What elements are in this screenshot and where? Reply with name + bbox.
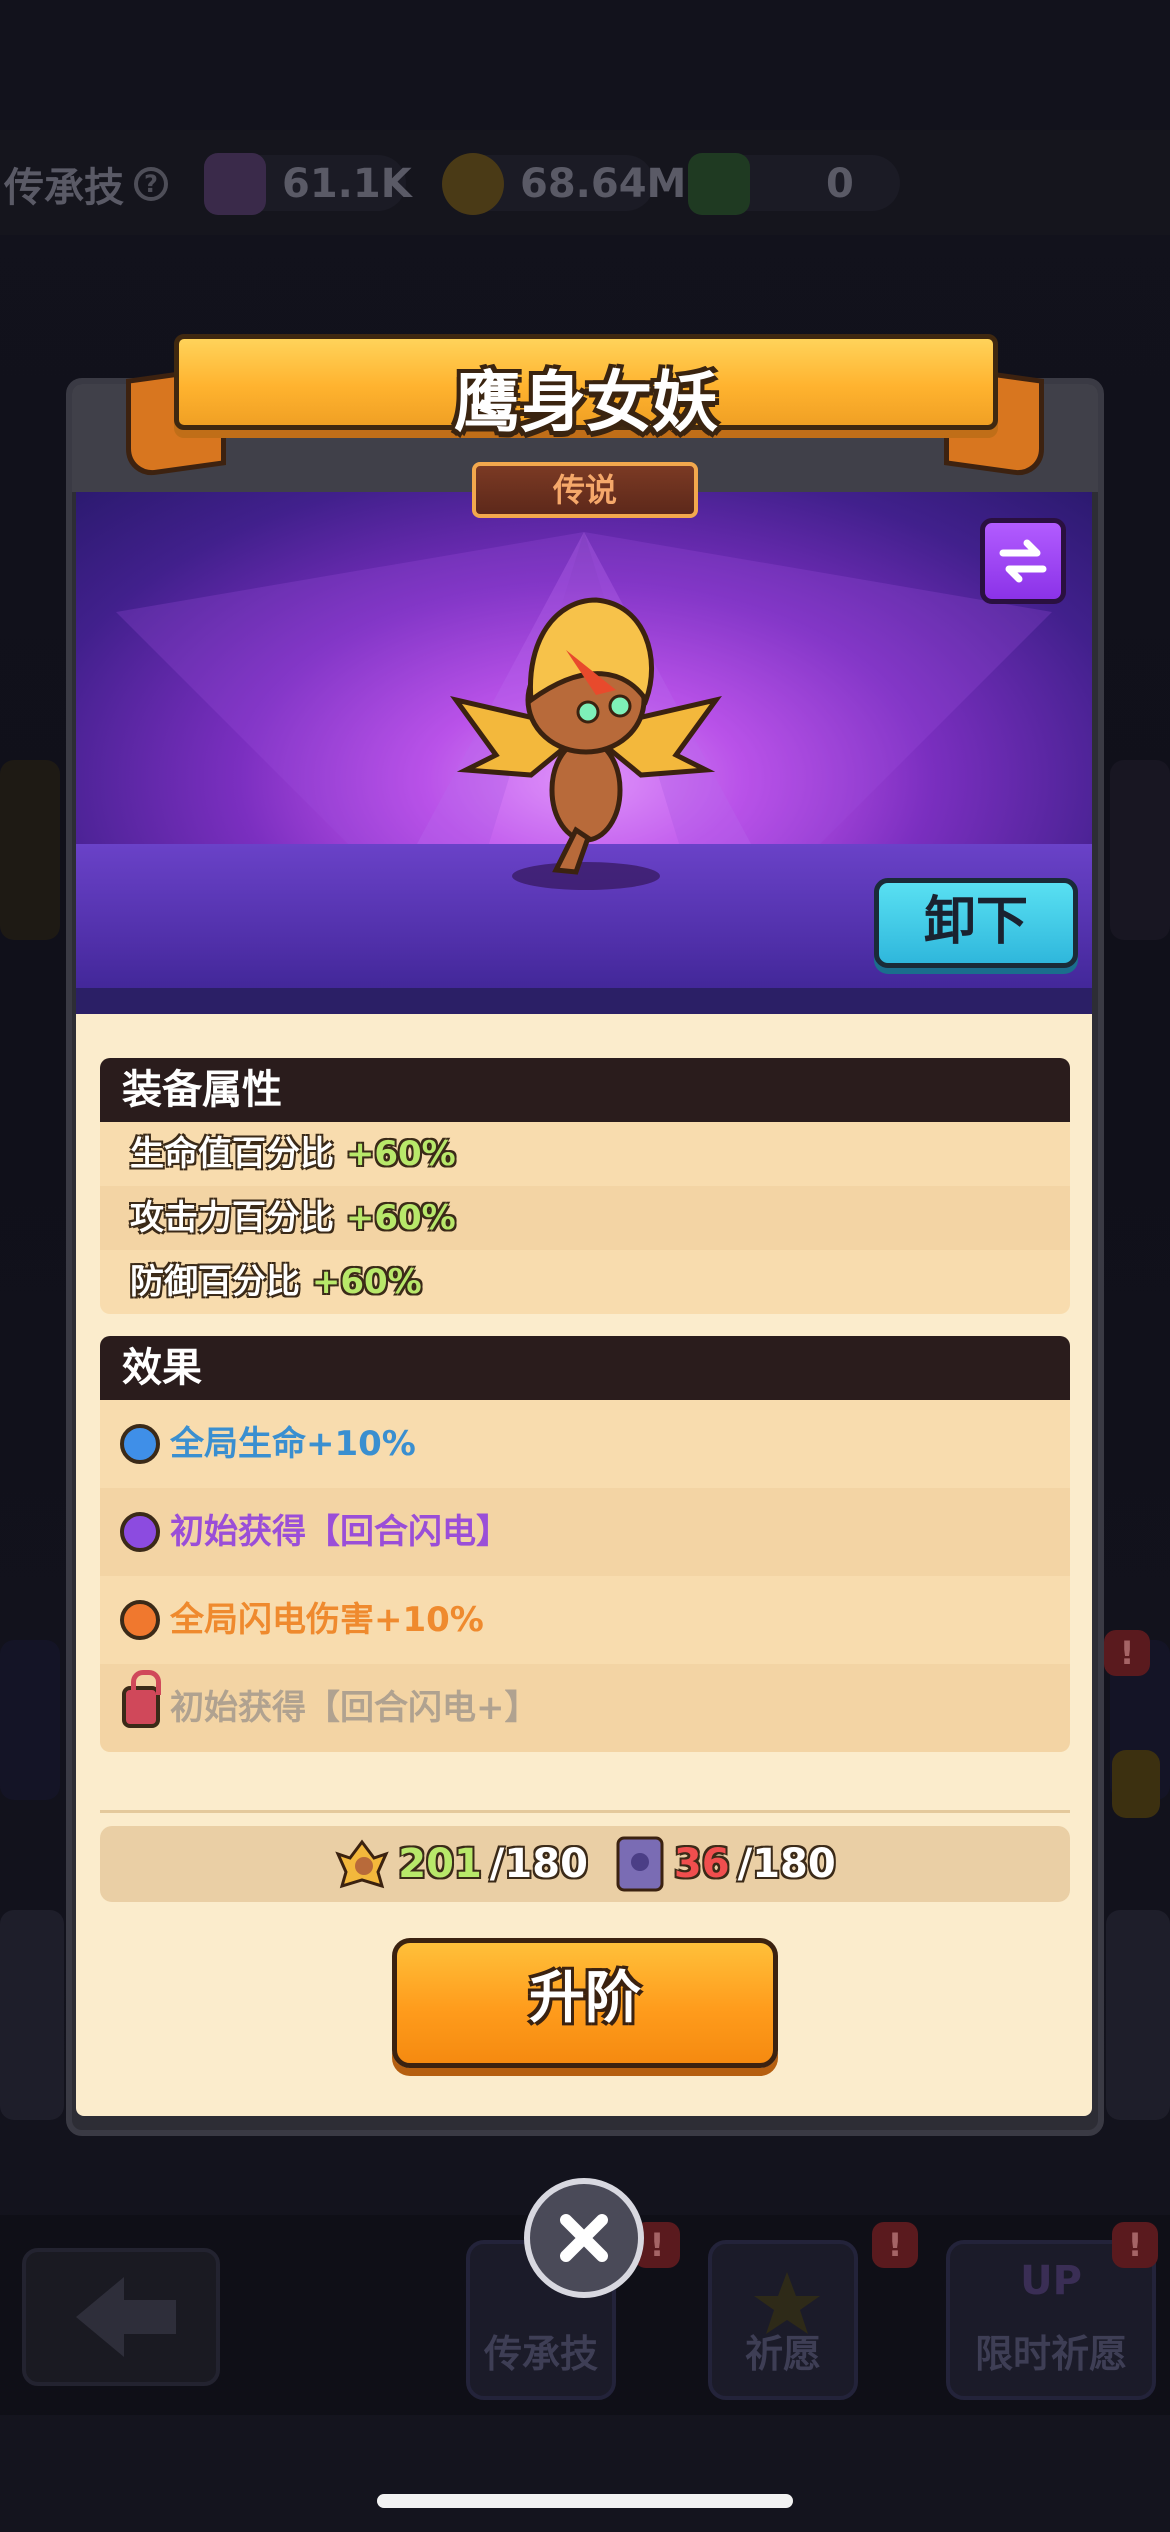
attribute-label: 防御百分比 [130, 1262, 300, 1302]
skill-label: 传承技 [4, 165, 124, 211]
skill-title: 传承技 ? [4, 148, 168, 220]
dialog-title: 鹰身女妖 [454, 364, 718, 441]
book-have: 36 [673, 1841, 730, 1887]
attribute-value: +60% [311, 1262, 422, 1302]
close-icon [560, 2214, 608, 2262]
upgrade-button[interactable]: 升阶 [392, 1938, 778, 2068]
screen: 传承技 ? 61.1K 68.64M 0 ! 传承技 ! 祈愿 ! UP 限时祈… [0, 0, 1170, 2532]
gem-value: 61.1K [282, 161, 412, 207]
gold-counter[interactable]: 68.64M [442, 148, 686, 220]
title-ribbon: 鹰身女妖 [174, 334, 998, 441]
shard-value: 0 [826, 161, 854, 207]
book-cost: 36/180 [614, 1834, 836, 1894]
nav-limited-wish-label: 限时祈愿 [974, 2332, 1127, 2376]
blue-orb-icon [120, 1424, 160, 1464]
hero-shard-icon [335, 1839, 390, 1889]
swap-button[interactable] [980, 518, 1066, 604]
attribute-row: 防御百分比 +60% [100, 1250, 1070, 1314]
bg-right-hero [1106, 1910, 1170, 2120]
back-button[interactable] [22, 2248, 220, 2386]
bg-right-tag [1112, 1750, 1160, 1818]
effect-text: 全局生命+10% [170, 1424, 416, 1464]
gold-value: 68.64M [520, 161, 687, 207]
orange-orb-icon [120, 1600, 160, 1640]
stage-edge [76, 988, 1092, 1014]
effect-text: 初始获得【回合闪电+】 [170, 1688, 539, 1728]
purple-orb-icon [120, 1512, 160, 1552]
nav-wish-button[interactable]: 祈愿 [708, 2240, 858, 2400]
shard-need: /180 [489, 1841, 588, 1887]
gem-icon [204, 153, 266, 215]
bg-right-card [1110, 760, 1170, 940]
home-indicator[interactable] [377, 2494, 793, 2508]
divider [100, 1810, 1070, 1813]
attribute-label: 攻击力百分比 [130, 1198, 334, 1238]
close-button[interactable] [524, 2178, 644, 2298]
effect-row: 初始获得【回合闪电】 [100, 1488, 1070, 1576]
back-arrow-icon [76, 2277, 176, 2357]
attribute-label: 生命值百分比 [130, 1134, 334, 1174]
swap-arrows-icon [999, 539, 1047, 583]
help-icon[interactable]: ? [134, 167, 168, 201]
attributes-header: 装备属性 [100, 1058, 1070, 1122]
effect-row: 全局闪电伤害+10% [100, 1576, 1070, 1664]
attribute-value: +60% [345, 1198, 456, 1238]
shard-counter[interactable]: 0 [688, 148, 854, 220]
effect-text: 全局闪电伤害+10% [170, 1600, 484, 1640]
alert-badge: ! [1104, 1630, 1150, 1676]
effect-row-locked: 初始获得【回合闪电+】 [100, 1664, 1070, 1752]
bg-left-card [0, 760, 60, 940]
hero-shard-cost: 201/180 [334, 1836, 588, 1892]
effect-text: 初始获得【回合闪电】 [170, 1512, 510, 1552]
skill-book-icon [616, 1836, 664, 1892]
nav-wish-badge: ! [872, 2222, 918, 2268]
effects-header: 效果 [100, 1336, 1070, 1400]
book-need: /180 [737, 1841, 836, 1887]
nav-wish-label: 祈愿 [744, 2332, 821, 2376]
upgrade-cost-bar: 201/180 36/180 [100, 1826, 1070, 1902]
green-crystal-icon [688, 153, 750, 215]
nav-skill-label: 传承技 [483, 2332, 598, 2376]
gold-coin-icon [442, 153, 504, 215]
gem-counter[interactable]: 61.1K [204, 148, 412, 220]
attribute-value: +60% [345, 1134, 456, 1174]
harpy-hero-icon [450, 597, 722, 890]
attribute-row: 生命值百分比 +60% [100, 1122, 1070, 1186]
attribute-row: 攻击力百分比 +60% [100, 1186, 1070, 1250]
rarity-badge: 传说 [472, 462, 698, 518]
effect-row: 全局生命+10% [100, 1400, 1070, 1488]
lock-icon [122, 1670, 161, 1728]
shard-have: 201 [398, 1841, 482, 1887]
bg-left-panel [0, 1640, 60, 1800]
nav-limited-wish-badge: ! [1112, 2222, 1158, 2268]
unequip-button[interactable]: 卸下 [874, 878, 1078, 968]
bg-left-hero [0, 1910, 64, 2120]
